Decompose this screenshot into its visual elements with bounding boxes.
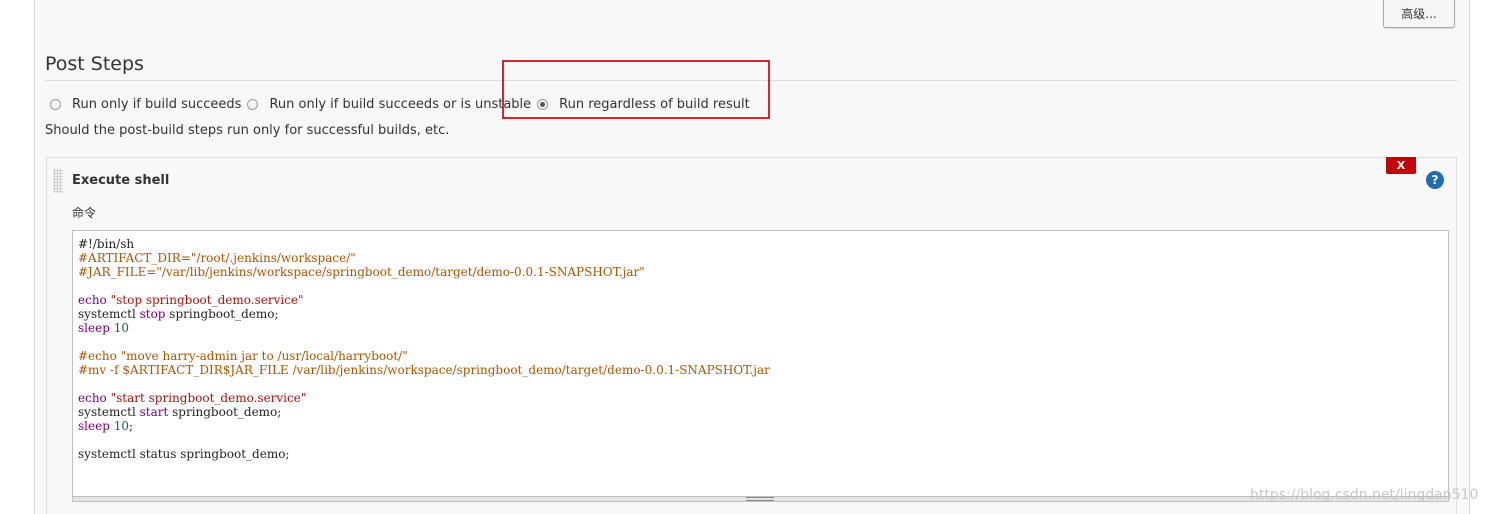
code-line: sleep 10;	[78, 419, 134, 433]
code-line: echo "stop springboot_demo.service"	[78, 293, 304, 307]
code-line: #echo "move harry-admin jar to /usr/loca…	[78, 349, 408, 363]
post-steps-help-text: Should the post-build steps run only for…	[45, 123, 450, 138]
radio-option-unstable[interactable]: Run only if build succeeds or is unstabl…	[247, 97, 531, 112]
advanced-button[interactable]: 高级...	[1383, 0, 1455, 28]
command-textarea[interactable]: #!/bin/sh #ARTIFACT_DIR="/root/.jenkins/w…	[72, 230, 1449, 502]
delete-step-button[interactable]: X	[1386, 157, 1416, 174]
radio-label: Run only if build succeeds or is unstabl…	[269, 96, 532, 112]
help-icon[interactable]: ?	[1426, 171, 1444, 189]
radio-button[interactable]	[247, 98, 259, 110]
watermark: https://blog.csdn.net/lingdan510	[1250, 487, 1479, 503]
radio-button[interactable]	[50, 98, 61, 110]
code-line: systemctl start springboot_demo;	[78, 405, 282, 419]
code-line: sleep 10	[78, 321, 129, 335]
code-line: #JAR_FILE="/var/lib/jenkins/workspace/sp…	[78, 265, 645, 279]
step-title: Execute shell	[72, 173, 170, 188]
code-line: systemctl stop springboot_demo;	[78, 307, 279, 321]
jenkins-config-page: 高级... Post Steps Run only if build succe…	[0, 0, 1490, 514]
annotation-highlight-box	[502, 60, 770, 119]
resize-handle-icon[interactable]	[746, 497, 774, 501]
radio-option-success[interactable]: Run only if build succeeds	[50, 97, 241, 112]
code-line: systemctl status springboot_demo;	[78, 447, 290, 461]
post-steps-title: Post Steps	[45, 53, 144, 75]
command-label: 命令	[72, 206, 97, 220]
code-line: echo "start springboot_demo.service"	[78, 391, 307, 405]
code-line: #!/bin/sh	[78, 237, 135, 251]
code-line: #mv -f $ARTIFACT_DIR$JAR_FILE /var/lib/j…	[78, 363, 770, 377]
radio-label: Run only if build succeeds	[72, 96, 242, 112]
drag-handle-icon[interactable]	[53, 169, 63, 193]
code-line: #ARTIFACT_DIR="/root/.jenkins/workspace/…	[78, 251, 356, 265]
